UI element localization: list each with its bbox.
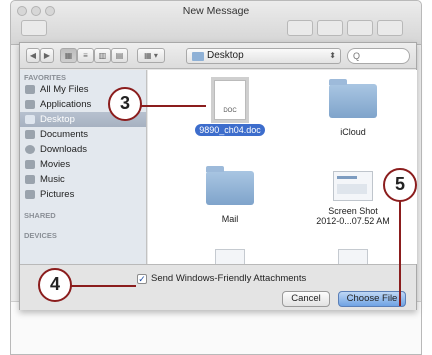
callout-3-line	[140, 105, 206, 107]
windows-friendly-label[interactable]: Send Windows-Friendly Attachments	[151, 273, 306, 284]
sidebar-devices-header: DEVICES	[24, 231, 57, 240]
sidebar-item-label: Movies	[40, 159, 71, 170]
desktop-icon	[25, 115, 35, 124]
movies-icon	[25, 160, 35, 169]
arrange-button[interactable]: ▦ ▾	[137, 48, 165, 63]
sidebar-item-pictures[interactable]: Pictures	[20, 187, 146, 202]
file-item-icloud[interactable]: iCloud	[313, 79, 393, 137]
thumbnail-icon[interactable]	[215, 249, 245, 264]
search-input[interactable]: Q	[347, 48, 410, 64]
back-button[interactable]: ◀	[26, 48, 40, 63]
thumbnail-icon[interactable]	[338, 249, 368, 264]
callout-3: 3	[108, 87, 142, 121]
file-browser: DOC 9890_ch04.doc iCloud Mail Screen Sho…	[148, 70, 417, 264]
pictures-icon	[25, 190, 35, 199]
documents-icon	[25, 130, 35, 139]
icon-view-button[interactable]: ▦	[60, 48, 77, 63]
send-button[interactable]	[21, 20, 47, 36]
document-icon: DOC	[214, 80, 246, 120]
sidebar-item-label: Downloads	[40, 144, 87, 155]
sheet-toolbar: ◀ ▶ ▦ ≡ ▥ ▤ ▦ ▾ Desktop ⬍ Q	[20, 43, 416, 69]
sidebar-item-label: Pictures	[40, 189, 75, 200]
forward-button[interactable]: ▶	[40, 48, 54, 63]
search-icon: Q	[353, 51, 361, 61]
sidebar-item-documents[interactable]: Documents	[20, 127, 146, 142]
cancel-button[interactable]: Cancel	[282, 291, 330, 307]
applications-icon	[25, 100, 35, 109]
window-title: New Message	[182, 5, 250, 17]
sidebar-item-movies[interactable]: Movies	[20, 157, 146, 172]
windows-friendly-checkbox[interactable]: ✓	[137, 274, 147, 284]
stationery-button[interactable]	[377, 20, 403, 36]
choose-file-sheet: ◀ ▶ ▦ ≡ ▥ ▤ ▦ ▾ Desktop ⬍ Q FAVORITES Al…	[19, 42, 417, 310]
file-name: Screen Shot 2012-0...07.52 AM	[313, 206, 393, 226]
location-label: Desktop	[207, 50, 244, 61]
sidebar-item-music[interactable]: Music	[20, 172, 146, 187]
column-view-button[interactable]: ▥	[94, 48, 111, 63]
doc-type-label: DOC	[223, 108, 237, 114]
choose-file-button[interactable]: Choose File	[338, 291, 406, 307]
file-name-line1: Screen Shot	[328, 206, 378, 216]
file-item-mail[interactable]: Mail	[190, 166, 270, 224]
sidebar-item-downloads[interactable]: Downloads	[20, 142, 146, 157]
music-icon	[25, 175, 35, 184]
folder-icon	[192, 52, 204, 61]
callout-5: 5	[383, 168, 417, 202]
file-item-screenshot[interactable]: Screen Shot 2012-0...07.52 AM	[313, 171, 393, 226]
sidebar-item-label: Documents	[40, 129, 89, 140]
sidebar-item-label: All My Files	[40, 84, 89, 95]
downloads-icon	[25, 145, 35, 154]
file-name: Mail	[221, 214, 239, 224]
folder-icon	[206, 166, 254, 205]
sidebar-item-label: Music	[40, 174, 65, 185]
format-button[interactable]	[317, 20, 343, 36]
file-item-doc[interactable]: DOC 9890_ch04.doc	[190, 80, 270, 136]
mail-titlebar: New Message	[11, 1, 421, 45]
file-name-line2: 2012-0...07.52 AM	[316, 216, 390, 226]
photo-browser-button[interactable]	[347, 20, 373, 36]
coverflow-view-button[interactable]: ▤	[111, 48, 128, 63]
callout-5-line	[399, 198, 401, 306]
attach-button[interactable]	[287, 20, 313, 36]
sidebar-shared-header: SHARED	[24, 211, 56, 220]
file-name-text: 9890_ch04.doc	[195, 124, 265, 136]
file-name: 9890_ch04.doc	[190, 124, 270, 136]
callout-4-line	[70, 285, 136, 287]
popup-arrows-icon: ⬍	[329, 51, 336, 60]
file-name: iCloud	[340, 127, 366, 137]
location-popup[interactable]: Desktop ⬍	[186, 48, 341, 64]
sidebar-item-label: Applications	[40, 99, 92, 110]
list-view-button[interactable]: ≡	[77, 48, 94, 63]
callout-4: 4	[38, 268, 72, 302]
sidebar-favorites-header: FAVORITES	[24, 73, 66, 82]
all-files-icon	[25, 85, 35, 94]
screenshot-icon	[333, 171, 373, 201]
options-bar: ✓ Send Windows-Friendly Attachments Canc…	[20, 264, 416, 310]
sidebar-item-label: Desktop	[40, 114, 75, 125]
folder-icon	[329, 79, 377, 118]
